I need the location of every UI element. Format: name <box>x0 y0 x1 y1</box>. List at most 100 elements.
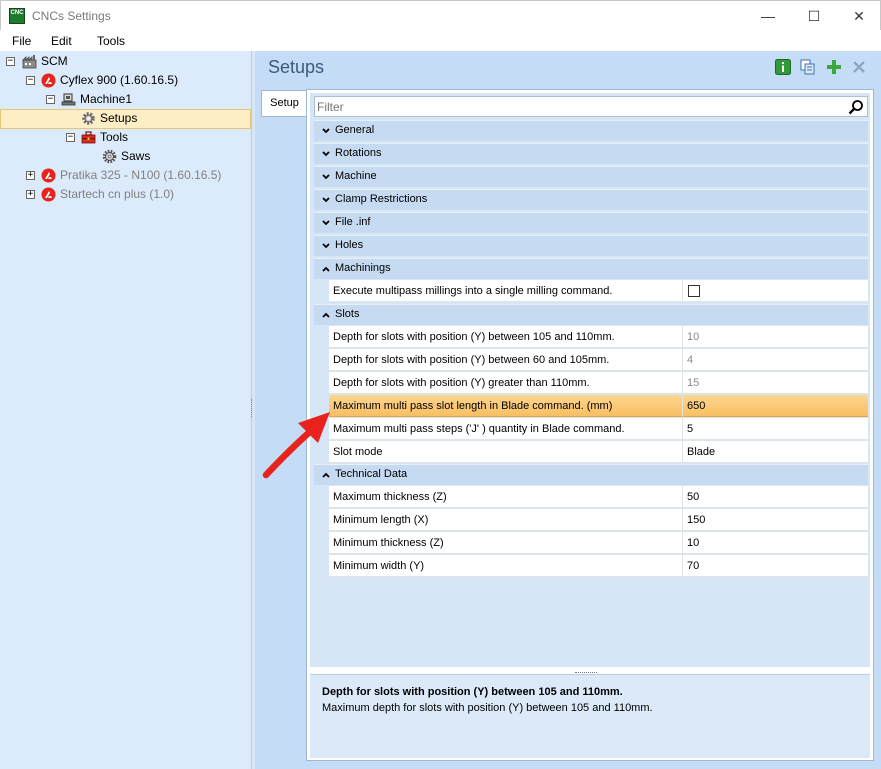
expand-icon[interactable]: + <box>26 171 35 180</box>
tab-setup[interactable]: Setup <box>261 90 307 117</box>
delete-icon[interactable] <box>851 59 867 75</box>
collapse-icon[interactable]: − <box>26 76 35 85</box>
tree-node-startech[interactable]: + Startech cn plus (1.0) <box>0 185 250 204</box>
collapse-icon[interactable]: − <box>66 133 75 142</box>
property-row[interactable]: Depth for slots with position (Y) betwee… <box>314 326 868 348</box>
category-label: File .inf <box>335 216 371 228</box>
row-gutter <box>314 372 329 394</box>
row-gutter <box>314 532 329 554</box>
property-name: Depth for slots with position (Y) greate… <box>329 372 683 394</box>
chevron-down-icon <box>322 243 330 249</box>
property-row[interactable]: Minimum thickness (Z) 10 <box>314 532 868 554</box>
property-value[interactable]: 650 <box>683 395 868 417</box>
search-icon[interactable] <box>848 99 864 115</box>
annotation-arrow-icon <box>262 412 330 479</box>
property-name: Depth for slots with position (Y) betwee… <box>329 326 683 348</box>
category-label: General <box>335 124 375 136</box>
property-value[interactable] <box>683 280 868 302</box>
filter-input[interactable] <box>317 99 837 114</box>
category-rotations[interactable]: Rotations <box>314 143 868 164</box>
property-value[interactable]: 10 <box>683 532 868 554</box>
tree-node-label: Setups <box>100 111 138 125</box>
menu-bar: File Edit Tools <box>0 31 881 51</box>
expand-icon[interactable]: + <box>26 190 35 199</box>
chevron-down-icon <box>322 128 330 134</box>
menu-edit[interactable]: Edit <box>51 34 72 48</box>
add-icon[interactable] <box>826 59 842 75</box>
property-row[interactable]: Slot mode Blade <box>314 441 868 463</box>
property-name: Maximum multi pass steps ('J' ) quantity… <box>329 418 683 440</box>
tree-node-tools[interactable]: − Tools <box>0 128 250 147</box>
row-gutter <box>314 555 329 577</box>
property-value[interactable]: 150 <box>683 509 868 531</box>
property-row[interactable]: Depth for slots with position (Y) greate… <box>314 372 868 394</box>
splitter-grip[interactable] <box>251 399 254 417</box>
tree-node-label: Machine1 <box>80 92 133 106</box>
tree-node-label: Cyflex 900 (1.60.16.5) <box>60 73 179 87</box>
property-value[interactable]: 50 <box>683 486 868 508</box>
category-clamp-restrictions[interactable]: Clamp Restrictions <box>314 189 868 210</box>
collapse-icon[interactable]: − <box>6 57 15 66</box>
tree-node-label: Pratika 325 - N100 (1.60.16.5) <box>60 168 222 182</box>
chevron-up-icon <box>322 266 330 272</box>
category-general[interactable]: General <box>314 120 868 141</box>
property-name: Minimum length (X) <box>329 509 683 531</box>
collapse-icon[interactable]: − <box>46 95 55 104</box>
property-row[interactable]: Execute multipass millings into a single… <box>314 280 868 302</box>
tree-node-label: Saws <box>121 149 151 163</box>
info-icon[interactable] <box>775 59 791 75</box>
close-button[interactable]: ✕ <box>836 1 881 31</box>
property-value: 10 <box>683 326 868 348</box>
filter-box[interactable] <box>314 96 868 117</box>
row-gutter <box>314 486 329 508</box>
menu-file[interactable]: File <box>12 34 31 48</box>
property-row[interactable]: Minimum width (Y) 70 <box>314 555 868 577</box>
property-row[interactable]: Minimum length (X) 150 <box>314 509 868 531</box>
property-row[interactable]: Maximum multi pass steps ('J' ) quantity… <box>314 418 868 440</box>
tree-node-saws[interactable]: Saws <box>0 147 250 166</box>
copy-icon[interactable] <box>800 59 816 75</box>
category-file-inf[interactable]: File .inf <box>314 212 868 233</box>
property-row-selected[interactable]: Maximum multi pass slot length in Blade … <box>314 395 868 417</box>
maximize-button[interactable]: ☐ <box>791 1 837 31</box>
property-value[interactable]: Blade <box>683 441 868 463</box>
tree-node-setups[interactable]: Setups <box>0 109 250 128</box>
property-name: Maximum multi pass slot length in Blade … <box>329 395 683 417</box>
property-row[interactable]: Maximum thickness (Z) 50 <box>314 486 868 508</box>
row-gutter <box>314 509 329 531</box>
chevron-down-icon <box>322 197 330 203</box>
category-technical-data[interactable]: Technical Data <box>314 464 868 485</box>
gear-icon <box>82 112 95 125</box>
chevron-down-icon <box>322 174 330 180</box>
property-name: Minimum thickness (Z) <box>329 532 683 554</box>
category-holes[interactable]: Holes <box>314 235 868 256</box>
description-text: Maximum depth for slots with position (Y… <box>322 702 653 714</box>
category-label: Machine <box>335 170 377 182</box>
tree-node-machine1[interactable]: − Machine1 <box>0 90 250 109</box>
minimize-button[interactable]: — <box>745 1 791 31</box>
app-icon: CNC <box>9 8 25 24</box>
chevron-down-icon <box>322 220 330 226</box>
category-label: Technical Data <box>335 468 408 480</box>
tree-node-scm[interactable]: − SCM <box>0 52 250 71</box>
category-machinings[interactable]: Machinings <box>314 258 868 279</box>
cnc-brand-icon <box>41 187 56 202</box>
property-value[interactable]: 70 <box>683 555 868 577</box>
category-machine[interactable]: Machine <box>314 166 868 187</box>
multipass-checkbox[interactable] <box>688 285 700 297</box>
tree-node-pratika[interactable]: + Pratika 325 - N100 (1.60.16.5) <box>0 166 250 185</box>
row-gutter <box>314 326 329 348</box>
menu-tools[interactable]: Tools <box>97 34 125 48</box>
category-label: Slots <box>335 308 360 320</box>
category-slots[interactable]: Slots <box>314 304 868 325</box>
property-value: 15 <box>683 372 868 394</box>
tree-node-cyflex[interactable]: − Cyflex 900 (1.60.16.5) <box>0 71 250 90</box>
property-row[interactable]: Depth for slots with position (Y) betwee… <box>314 349 868 371</box>
setups-panel: Setups Setup General <box>255 51 881 769</box>
property-grid-frame: General Rotations Machine Clamp Restrict… <box>306 89 874 761</box>
toolbox-icon <box>81 131 96 144</box>
property-name: Minimum width (Y) <box>329 555 683 577</box>
chevron-up-icon <box>322 312 330 318</box>
property-value[interactable]: 5 <box>683 418 868 440</box>
cnc-brand-icon <box>41 168 56 183</box>
